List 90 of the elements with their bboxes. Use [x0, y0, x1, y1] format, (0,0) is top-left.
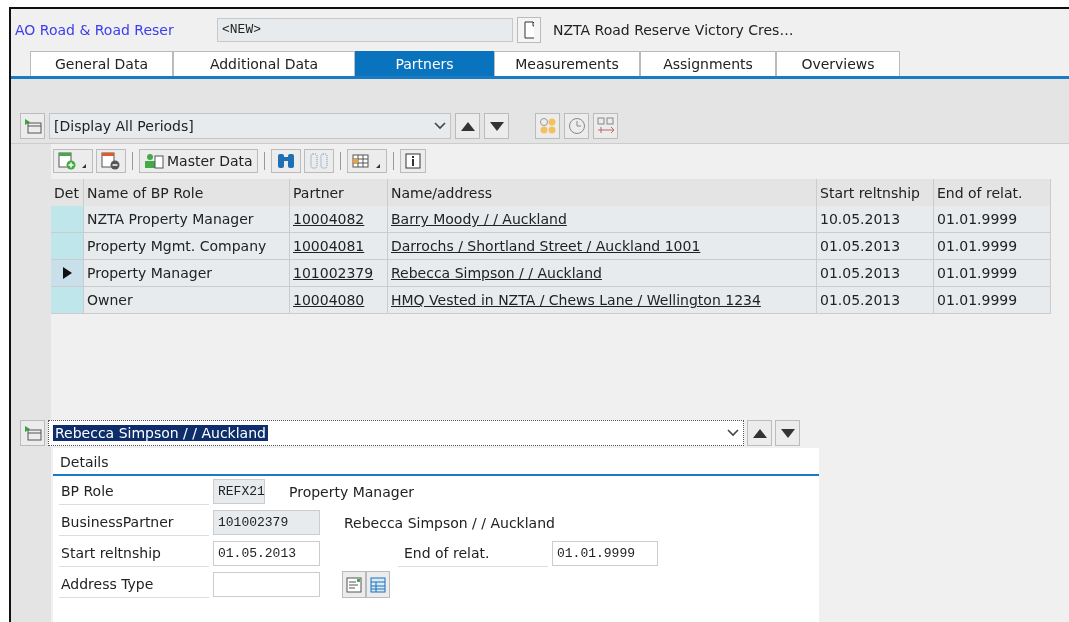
document-lines-icon: [346, 576, 362, 593]
table-icon: [370, 576, 386, 593]
table-link[interactable]: Barry Moody / / Auckland: [391, 211, 567, 227]
tab[interactable]: Measurements: [494, 51, 640, 76]
find-button[interactable]: [270, 149, 301, 173]
document-icon: [524, 21, 534, 39]
address-button[interactable]: [342, 571, 366, 598]
field-label: Address Type: [59, 571, 209, 598]
table-cell: 01.05.2013: [817, 287, 934, 314]
add-row-icon: [58, 152, 88, 170]
column-header[interactable]: Name of BP Role: [84, 179, 290, 206]
details-title: Details: [53, 450, 819, 476]
layout-button[interactable]: [20, 420, 45, 446]
person-card-icon: [144, 153, 164, 169]
tab[interactable]: Overviews: [776, 51, 900, 76]
period-down-button[interactable]: [484, 113, 509, 139]
tab[interactable]: Additional Data: [173, 51, 355, 76]
field-label: BusinessPartner: [59, 509, 209, 536]
tab[interactable]: Assignments: [640, 51, 776, 76]
info-button[interactable]: [399, 149, 426, 173]
table-cell: 10.05.2013: [817, 206, 934, 233]
remove-row-icon: [101, 152, 121, 170]
column-header[interactable]: Partner: [290, 179, 388, 206]
table-cell: 01.05.2013: [817, 233, 934, 260]
column-header[interactable]: End of relat.: [934, 179, 1051, 206]
table-cell: Property Mgmt. Company: [84, 233, 290, 260]
master-data-button[interactable]: Master Data: [139, 149, 258, 173]
field-label: Start reltnship: [59, 540, 209, 567]
delete-row-button[interactable]: [96, 149, 126, 173]
table-link[interactable]: Rebecca Simpson / / Auckland: [391, 265, 602, 281]
binoculars-icon: [275, 152, 296, 170]
table-cell: 01.05.2013: [817, 260, 934, 287]
description-text: Rebecca Simpson / / Auckland: [344, 514, 555, 531]
description-text: NZTA Road Reserve Victory Cres…: [553, 22, 794, 38]
down-arrow-icon: [780, 428, 795, 438]
number-field[interactable]: <NEW>: [217, 18, 513, 42]
layout-menu-button[interactable]: [346, 149, 387, 173]
table-cell: Owner: [84, 287, 290, 314]
description-text: Property Manager: [289, 483, 415, 500]
clocks-icon: [538, 117, 557, 135]
layout-icon: [23, 118, 42, 134]
table-cell: 01.01.9999: [934, 206, 1051, 233]
table-cell: 01.01.9999: [934, 260, 1051, 287]
table-link[interactable]: HMQ Vested in NZTA / Chews Lane / Wellington 1234: [391, 292, 761, 308]
field-label: BP Role: [59, 478, 209, 505]
clock-button[interactable]: [564, 113, 589, 139]
binoculars-icon: [308, 152, 329, 170]
period-dropdown[interactable]: [Display All Periods]: [49, 113, 451, 139]
period-up-button[interactable]: [455, 113, 480, 139]
partner-dropdown[interactable]: Rebecca Simpson / / Auckland: [48, 420, 744, 446]
partner-up-button[interactable]: [747, 420, 772, 446]
timeline-button[interactable]: [593, 113, 618, 139]
tab[interactable]: Partners: [355, 51, 494, 76]
down-arrow-icon: [489, 121, 504, 131]
periods-button[interactable]: [535, 113, 560, 139]
timeline-icon: [596, 117, 615, 135]
table-link[interactable]: 101002379: [293, 265, 374, 281]
table-cell: 01.01.9999: [934, 233, 1051, 260]
object-type-label: AO Road & Road Reser: [15, 22, 175, 38]
field-label: End of relat.: [398, 540, 548, 567]
input-field[interactable]: 01.05.2013: [213, 541, 320, 566]
column-header[interactable]: Name/address: [388, 179, 817, 206]
triangle-right-icon: [62, 267, 72, 279]
table-view-button[interactable]: [366, 571, 390, 598]
up-arrow-icon: [460, 121, 475, 131]
input-field[interactable]: 01.01.9999: [552, 541, 658, 566]
layout-icon: [23, 425, 42, 441]
clock-icon: [567, 117, 586, 135]
info-icon: [404, 153, 421, 169]
input-field[interactable]: REFX21: [213, 479, 265, 504]
column-header[interactable]: Start reltnship: [817, 179, 934, 206]
layout-button[interactable]: [20, 113, 45, 139]
table-cell: NZTA Property Manager: [84, 206, 290, 233]
table-cell: 01.01.9999: [934, 287, 1051, 314]
table-link[interactable]: 10004082: [293, 211, 365, 227]
chevron-down-icon: [434, 122, 446, 130]
grid-icon: [351, 152, 382, 170]
table-link[interactable]: 10004080: [293, 292, 365, 308]
document-button[interactable]: [517, 17, 541, 43]
column-header[interactable]: Det: [51, 179, 84, 206]
table-link[interactable]: Darrochs / Shortland Street / Auckland 1001: [391, 238, 701, 254]
input-field[interactable]: [213, 572, 320, 597]
table-cell: Property Manager: [84, 260, 290, 287]
tab[interactable]: General Data: [30, 51, 173, 76]
chevron-down-icon: [727, 429, 739, 437]
up-arrow-icon: [752, 428, 767, 438]
row-selector[interactable]: [51, 260, 84, 287]
partner-down-button[interactable]: [775, 420, 800, 446]
input-field[interactable]: 101002379: [213, 510, 320, 535]
table-link[interactable]: 10004081: [293, 238, 365, 254]
